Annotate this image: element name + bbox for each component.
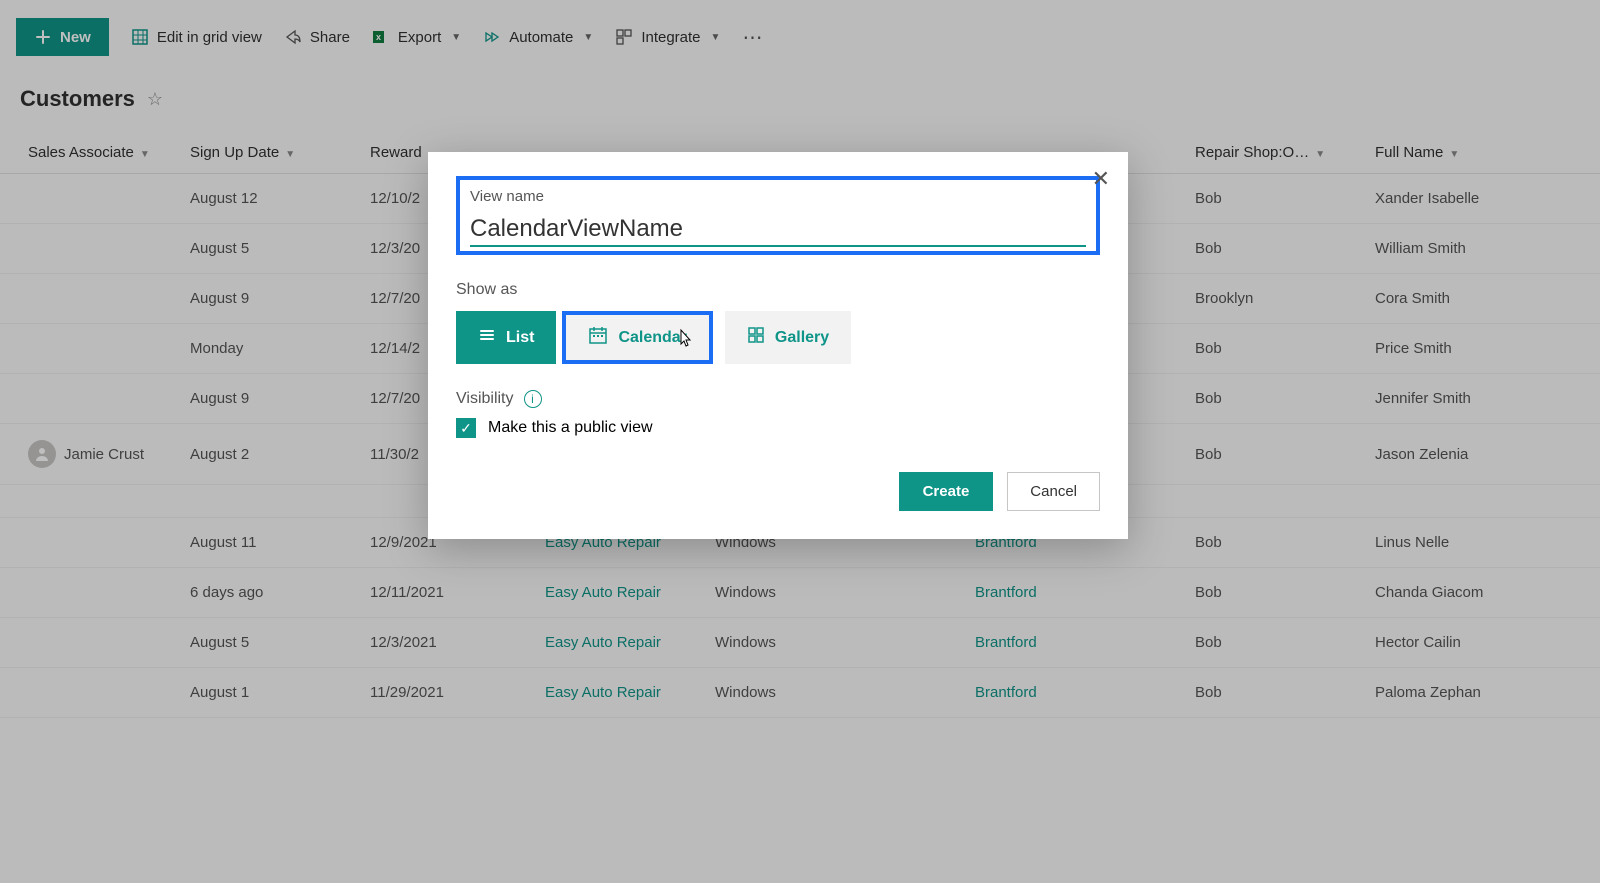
cancel-button[interactable]: Cancel — [1007, 472, 1100, 511]
show-as-calendar-button[interactable]: Calendar — [566, 315, 708, 360]
list-label: List — [506, 329, 534, 347]
gallery-icon — [747, 326, 765, 349]
view-name-highlight: View name — [456, 176, 1100, 255]
public-view-label: Make this a public view — [488, 419, 653, 437]
dialog-close-button[interactable]: ✕ — [1092, 166, 1110, 192]
show-as-label: Show as — [456, 281, 1100, 299]
list-icon — [478, 326, 496, 349]
view-name-label: View name — [470, 188, 1086, 205]
visibility-row: Visibility i — [456, 390, 1100, 408]
create-view-dialog: ✕ View name Show as List Calendar — [428, 152, 1128, 539]
create-button[interactable]: Create — [899, 472, 994, 511]
dialog-actions: Create Cancel — [456, 472, 1100, 511]
public-view-checkbox[interactable]: ✓ — [456, 418, 476, 438]
gallery-label: Gallery — [775, 329, 829, 347]
info-icon[interactable]: i — [524, 390, 542, 408]
show-as-options: List Calendar Gallery — [456, 311, 1100, 364]
view-name-input[interactable] — [470, 213, 1086, 247]
calendar-icon — [588, 325, 608, 350]
calendar-option-highlight: Calendar — [562, 311, 712, 364]
check-icon: ✓ — [460, 420, 472, 437]
show-as-gallery-button[interactable]: Gallery — [725, 311, 851, 364]
close-icon: ✕ — [1092, 166, 1110, 191]
visibility-label: Visibility — [456, 390, 514, 408]
show-as-list-button[interactable]: List — [456, 311, 556, 364]
calendar-label: Calendar — [618, 329, 686, 347]
public-view-row[interactable]: ✓ Make this a public view — [456, 418, 1100, 438]
